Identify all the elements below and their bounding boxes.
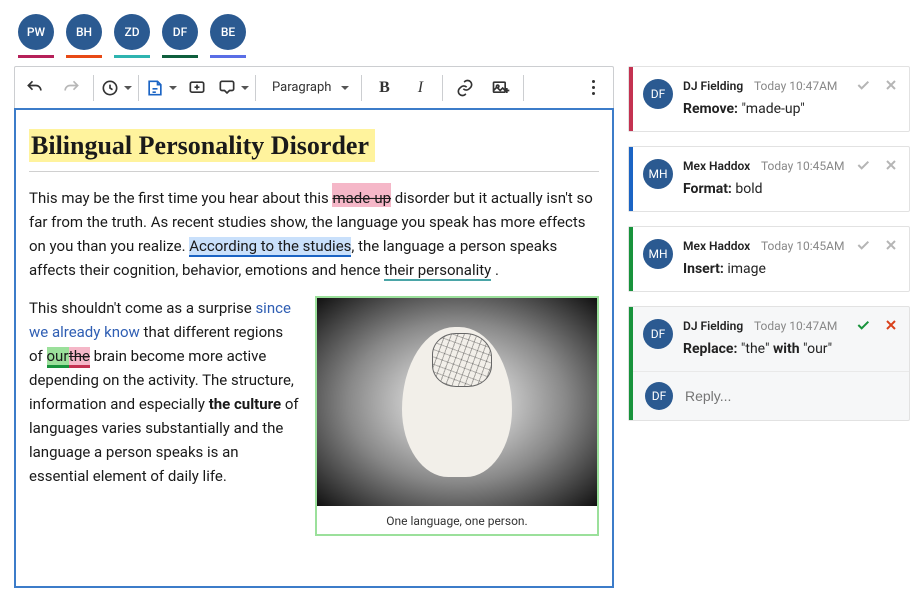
tracked-deletion[interactable]: made-up: [332, 189, 391, 207]
suggestion-action-label: Remove:: [683, 101, 738, 117]
suggestion-action-value: "made-up": [741, 101, 804, 117]
accept-suggestion-button[interactable]: [853, 75, 873, 95]
comment-time: Today 10:45AM: [761, 239, 844, 253]
suggestion-action-label: Format:: [683, 181, 732, 197]
avatar-initials: ZD: [124, 25, 139, 39]
reject-suggestion-button[interactable]: [881, 235, 901, 255]
chevron-down-icon: [241, 86, 249, 90]
avatar-initials: DF: [173, 25, 187, 39]
tracked-replacement-new[interactable]: our: [47, 347, 69, 368]
reject-suggestion-button[interactable]: [881, 75, 901, 95]
collaborator-color-bar: [114, 55, 150, 58]
accept-suggestion-button[interactable]: [853, 155, 873, 175]
collaborator-color-bar: [210, 55, 246, 58]
suggestion-card[interactable]: MH Mex Haddox Today 10:45AM Format: bold: [628, 146, 910, 212]
collaborator-color-bar: [66, 55, 102, 58]
collaborator-avatar[interactable]: PW: [18, 14, 54, 50]
accept-suggestion-button[interactable]: [853, 315, 873, 335]
inline-figure[interactable]: One language, one person.: [315, 296, 599, 536]
phrenology-head-icon: [402, 327, 512, 477]
bold-text[interactable]: the culture: [209, 395, 281, 413]
reject-suggestion-button[interactable]: [881, 155, 901, 175]
chevron-down-icon: [341, 86, 349, 90]
suggestion-action-value: "our": [803, 341, 832, 357]
reply-avatar: DF: [645, 382, 673, 410]
suggestion-card[interactable]: DF DJ Fielding Today 10:47AM Remove: "ma…: [628, 66, 910, 132]
tracked-format-change[interactable]: According to the studies: [189, 237, 351, 257]
body-text[interactable]: .: [491, 261, 499, 279]
more-options-button[interactable]: [575, 68, 611, 108]
figure-image: [317, 298, 597, 506]
figure-caption[interactable]: One language, one person.: [317, 506, 597, 534]
heading-select[interactable]: Paragraph: [260, 68, 357, 108]
track-changes-button[interactable]: [143, 68, 179, 108]
collaborator-avatar[interactable]: BH: [66, 14, 102, 50]
comment-avatar: MH: [643, 239, 673, 269]
comments-pane-button[interactable]: [215, 68, 251, 108]
document-title[interactable]: Bilingual Personality Disorder: [29, 129, 375, 162]
comment-avatar: DF: [643, 79, 673, 109]
collaborator-avatar[interactable]: ZD: [114, 14, 150, 50]
tracked-insertion[interactable]: their personality: [384, 261, 491, 281]
chevron-down-icon: [124, 86, 132, 90]
suggestion-action-value: image: [727, 261, 766, 277]
comment-avatar: DF: [643, 319, 673, 349]
suggestion-action-mid: with: [773, 341, 803, 357]
avatar-initials: BH: [76, 25, 92, 39]
link-button[interactable]: [447, 68, 483, 108]
bold-button[interactable]: B: [366, 68, 402, 108]
collaborator-avatar[interactable]: DF: [162, 14, 198, 50]
more-vertical-icon: [592, 80, 595, 95]
comment-time: Today 10:45AM: [761, 159, 844, 173]
avatar-initials: PW: [27, 25, 45, 39]
tracked-replacement-old[interactable]: the: [69, 347, 90, 368]
body-text[interactable]: This may be the first time you hear abou…: [29, 189, 332, 207]
suggestion-action-value: "the": [741, 341, 770, 357]
comment-author: Mex Haddox: [683, 159, 750, 173]
accept-suggestion-button[interactable]: [853, 235, 873, 255]
collaborator-color-bar: [162, 55, 198, 58]
suggestion-action-label: Insert:: [683, 261, 724, 277]
body-text[interactable]: This shouldn't come as a surprise: [29, 299, 255, 317]
history-button[interactable]: [98, 68, 134, 108]
chevron-down-icon: [169, 86, 177, 90]
collaborator-color-bar: [18, 55, 54, 58]
suggestion-action-label: Replace:: [683, 341, 737, 357]
suggestion-action-value: bold: [735, 181, 762, 197]
comment-author: DJ Fielding: [683, 319, 743, 333]
editor-toolbar: Paragraph B I: [14, 66, 614, 108]
image-button[interactable]: [483, 68, 519, 108]
editor-content[interactable]: Bilingual Personality Disorder This may …: [14, 108, 614, 588]
collaborators-row: PW BH ZD DF BE: [0, 0, 924, 66]
comment-time: Today 10:47AM: [754, 319, 837, 333]
reply-input[interactable]: [683, 387, 897, 405]
comment-author: DJ Fielding: [683, 79, 743, 93]
comment-avatar: MH: [643, 159, 673, 189]
redo-button[interactable]: [53, 68, 89, 108]
undo-button[interactable]: [17, 68, 53, 108]
heading-select-label: Paragraph: [272, 80, 331, 95]
avatar-initials: BE: [221, 25, 235, 39]
italic-button[interactable]: I: [402, 68, 438, 108]
suggestion-card-active[interactable]: DF DJ Fielding Today 10:47AM Replace: "t…: [628, 306, 910, 421]
comment-time: Today 10:47AM: [754, 79, 837, 93]
comments-sidebar: DF DJ Fielding Today 10:47AM Remove: "ma…: [628, 66, 910, 588]
comment-author: Mex Haddox: [683, 239, 750, 253]
suggestion-card[interactable]: MH Mex Haddox Today 10:45AM Insert: imag…: [628, 226, 910, 292]
reject-suggestion-button[interactable]: [881, 315, 901, 335]
comment-add-button[interactable]: [179, 68, 215, 108]
collaborator-avatar[interactable]: BE: [210, 14, 246, 50]
